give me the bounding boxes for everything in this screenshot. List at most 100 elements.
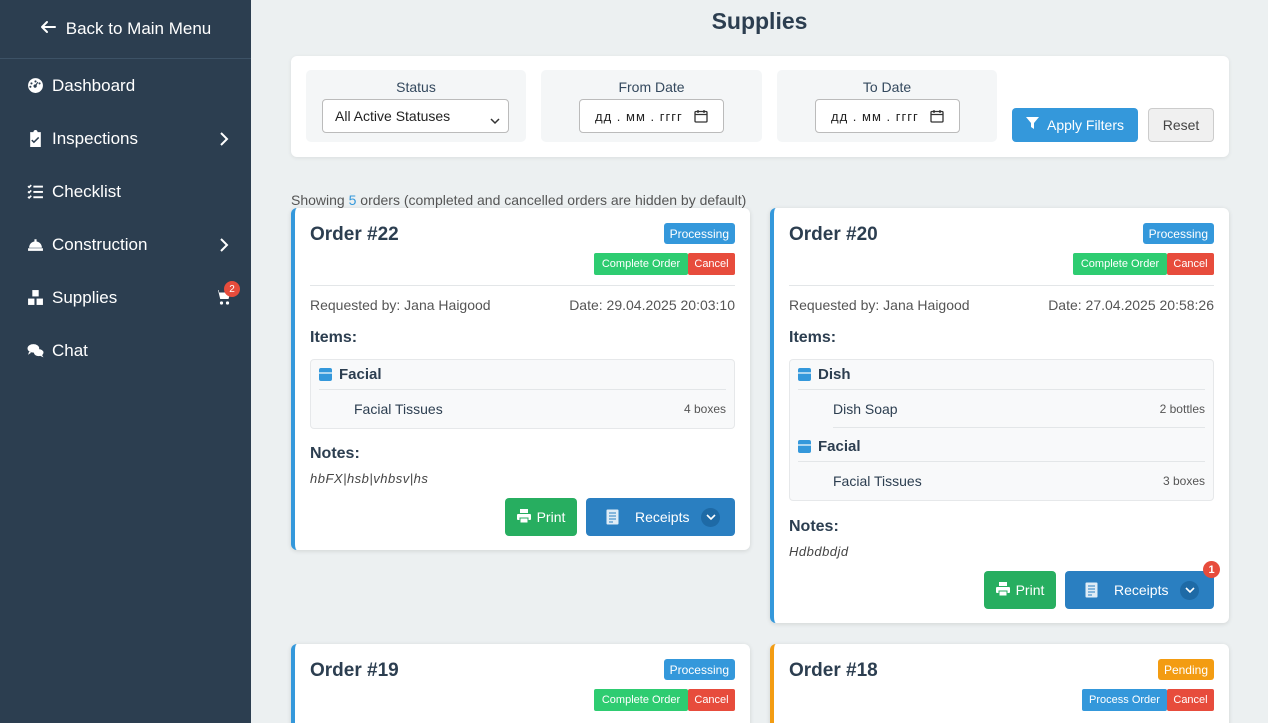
order-date: Date: 29.04.2025 20:03:10	[569, 297, 735, 313]
summary-suffix: orders (completed and cancelled orders a…	[356, 192, 747, 208]
sidebar-item-checklist[interactable]: Checklist	[0, 165, 251, 218]
category-name: Facial	[818, 438, 861, 455]
receipts-label: Receipts	[1114, 582, 1169, 598]
requested-by: Requested by: Jana Haigood	[310, 297, 491, 313]
list-item: Facial Tissues 4 boxes	[354, 390, 726, 428]
calendar-icon[interactable]	[930, 109, 944, 123]
status-select[interactable]: All Active Statuses	[322, 99, 509, 133]
sidebar: Back to Main Menu Dashboard Inspections …	[0, 0, 251, 723]
comments-icon	[25, 341, 45, 361]
back-to-main-menu-link[interactable]: Back to Main Menu	[0, 0, 251, 59]
chevron-down-icon	[490, 112, 500, 125]
to-date-label: To Date	[862, 79, 912, 95]
boxes-icon	[25, 288, 45, 308]
main-content: Supplies Status All Active Statuses From…	[251, 0, 1268, 723]
chevron-right-icon	[219, 131, 229, 146]
from-date-placeholder: дд . мм . гггг	[595, 108, 683, 124]
item-category: Facial	[319, 360, 726, 390]
receipt-icon	[606, 509, 619, 525]
sidebar-item-label: Dashboard	[52, 75, 136, 95]
receipts-button[interactable]: Receipts	[586, 498, 735, 536]
print-button[interactable]: Print	[984, 571, 1056, 609]
from-date-label: From Date	[618, 79, 685, 95]
chevron-down-icon[interactable]	[701, 508, 720, 527]
sidebar-item-label: Chat	[52, 340, 88, 360]
item-name: Dish Soap	[833, 400, 898, 417]
page-title: Supplies	[711, 8, 808, 34]
order-card: Order #19 Processing Complete Order Canc…	[291, 644, 750, 723]
apply-filters-label: Apply Filters	[1046, 117, 1125, 133]
clipboard-check-icon	[25, 129, 45, 149]
divider	[789, 285, 1214, 286]
complete-order-button[interactable]: Complete Order	[1073, 253, 1167, 275]
receipts-label: Receipts	[635, 509, 690, 525]
sidebar-item-inspections[interactable]: Inspections	[0, 112, 251, 165]
box-icon	[798, 368, 811, 381]
status-badge: Processing	[663, 659, 735, 680]
to-date-group: To Date дд . мм . гггг	[777, 70, 997, 142]
sidebar-item-chat[interactable]: Chat	[0, 324, 251, 377]
order-title: Order #20	[789, 224, 878, 245]
back-label: Back to Main Menu	[65, 19, 212, 38]
order-card: Order #18 Pending Process Order Cancel	[770, 644, 1229, 723]
receipt-icon	[1085, 582, 1098, 598]
notes-label: Notes:	[789, 518, 839, 535]
print-button[interactable]: Print	[505, 498, 577, 536]
from-date-input[interactable]: дд . мм . гггг	[579, 99, 724, 133]
complete-order-button[interactable]: Complete Order	[594, 253, 688, 275]
arrow-left-icon	[40, 19, 56, 40]
requested-by: Requested by: Jana Haigood	[789, 297, 970, 313]
complete-order-button[interactable]: Complete Order	[594, 689, 688, 711]
order-title: Order #22	[310, 224, 399, 245]
from-date-group: From Date дд . мм . гггг	[541, 70, 762, 142]
filters-panel: Status All Active Statuses From Date дд …	[291, 56, 1229, 157]
status-select-value: All Active Statuses	[335, 108, 451, 124]
order-card: Order #22 Processing Complete Order Canc…	[291, 208, 750, 550]
item-name: Facial Tissues	[354, 401, 443, 417]
order-date: Date: 27.04.2025 20:58:26	[1048, 297, 1214, 313]
sidebar-item-label: Checklist	[52, 181, 121, 201]
item-category: Facial	[798, 432, 1205, 462]
items-list: Facial Facial Tissues 4 boxes	[310, 359, 735, 429]
to-date-input[interactable]: дд . мм . гггг	[815, 99, 960, 133]
items-label: Items:	[310, 329, 358, 346]
notes-label: Notes:	[310, 445, 360, 462]
cart-count-badge: 2	[224, 281, 240, 297]
sidebar-item-construction[interactable]: Construction	[0, 218, 251, 271]
reset-button[interactable]: Reset	[1148, 108, 1214, 142]
cancel-order-button[interactable]: Cancel	[1167, 253, 1214, 275]
box-icon	[319, 368, 332, 381]
divider	[310, 285, 735, 286]
item-name: Facial Tissues	[833, 473, 922, 489]
status-badge: Processing	[1142, 223, 1214, 244]
category-name: Facial	[339, 366, 382, 383]
cancel-order-button[interactable]: Cancel	[688, 253, 735, 275]
printer-icon	[995, 581, 1010, 599]
print-label: Print	[536, 509, 566, 525]
print-label: Print	[1015, 582, 1045, 598]
cancel-order-button[interactable]: Cancel	[1167, 689, 1214, 711]
sidebar-item-label: Construction	[52, 234, 148, 254]
to-date-placeholder: дд . мм . гггг	[831, 108, 919, 124]
status-badge: Pending	[1157, 659, 1214, 680]
status-label: Status	[396, 79, 436, 95]
sidebar-item-supplies[interactable]: Supplies 2	[0, 271, 251, 324]
sidebar-item-dashboard[interactable]: Dashboard	[0, 59, 251, 112]
item-quantity: 2 bottles	[1159, 401, 1205, 416]
status-badge: Processing	[663, 223, 735, 244]
item-quantity: 3 boxes	[1162, 474, 1205, 488]
cancel-order-button[interactable]: Cancel	[688, 689, 735, 711]
item-category: Dish	[798, 360, 1205, 390]
sidebar-item-label: Supplies	[52, 287, 118, 307]
item-quantity: 4 boxes	[683, 402, 726, 416]
apply-filters-button[interactable]: Apply Filters	[1012, 108, 1138, 142]
chevron-down-icon[interactable]	[1180, 581, 1199, 600]
notes-text: hbFX|hsb|vhbsv|hs	[310, 471, 429, 486]
process-order-button[interactable]: Process Order	[1082, 689, 1167, 711]
calendar-icon[interactable]	[694, 109, 708, 123]
order-title: Order #19	[310, 660, 399, 681]
box-icon	[798, 440, 811, 453]
receipts-button[interactable]: Receipts 1	[1065, 561, 1220, 609]
notes-text: Hdbdbdjd	[789, 544, 849, 559]
receipts-count-badge: 1	[1203, 561, 1220, 578]
